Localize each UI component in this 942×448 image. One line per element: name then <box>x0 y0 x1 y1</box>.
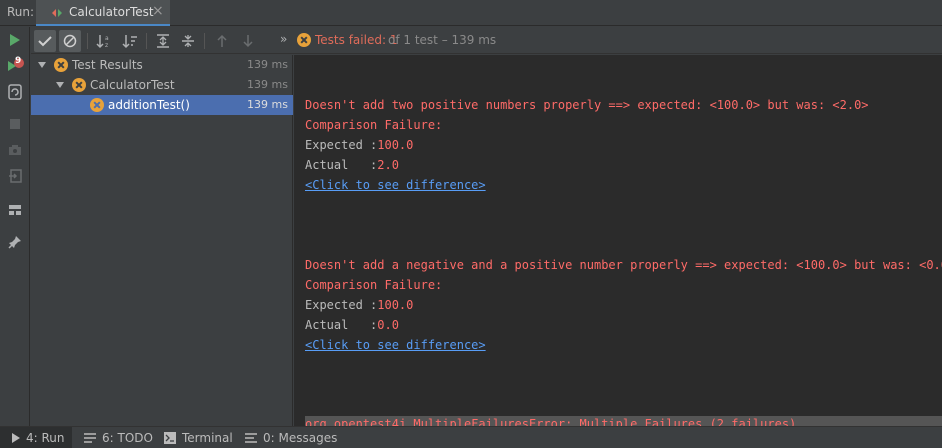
pin-icon[interactable] <box>5 232 25 252</box>
prev-failed-icon[interactable] <box>211 30 233 52</box>
test-status-bar: » Tests failed: 1 of 1 test – 139 ms <box>278 27 942 54</box>
run-label: Run: <box>7 5 35 19</box>
tree-item-test-results[interactable]: Test Results 139 ms <box>31 55 293 75</box>
actual-line: Actual :0.0 <box>305 318 399 332</box>
tree-toolbar: az <box>31 27 293 54</box>
show-ignored-icon[interactable] <box>59 30 81 52</box>
expected-line: Expected :100.0 <box>305 298 414 312</box>
failed-icon <box>54 58 68 72</box>
comparison-failure-label: Comparison Failure: <box>305 118 443 132</box>
svg-text:a: a <box>105 35 109 42</box>
rerun-failed-icon[interactable]: 9 <box>5 56 25 76</box>
console-output[interactable]: Doesn't add two positive numbers properl… <box>294 55 942 426</box>
messages-tool-button[interactable]: 0: Messages <box>245 427 337 448</box>
stack-trace-line: org.opentest4j.MultipleFailuresError: Mu… <box>305 416 942 426</box>
show-passed-icon[interactable] <box>34 30 56 52</box>
sort-alpha-icon[interactable]: az <box>93 30 115 52</box>
test-count-duration: of 1 test – 139 ms <box>388 33 497 47</box>
expand-arrow-icon[interactable] <box>55 79 65 89</box>
run-tool-icon <box>12 433 20 443</box>
layout-icon[interactable] <box>5 200 25 220</box>
expand-all-icon[interactable] <box>152 30 174 52</box>
tab-calculator-test[interactable]: CalculatorTest × <box>36 0 170 26</box>
tests-failed-text: Tests failed: 1 <box>315 33 398 47</box>
run-tool-button[interactable]: 4: Run <box>0 427 72 448</box>
tree-item-label: Test Results <box>72 58 143 72</box>
failure-message: Doesn't add two positive numbers properl… <box>305 98 869 112</box>
failed-icon <box>72 78 86 92</box>
terminal-tool-button[interactable]: Terminal <box>164 427 233 448</box>
comparison-failure-label: Comparison Failure: <box>305 278 443 292</box>
stop-icon[interactable] <box>5 114 25 134</box>
run-header: Run: CalculatorTest × <box>0 0 942 26</box>
sort-duration-icon[interactable] <box>119 30 141 52</box>
actual-value: 2.0 <box>377 158 399 172</box>
expected-line: Expected :100.0 <box>305 138 414 152</box>
tree-item-label: additionTest() <box>108 98 190 112</box>
failed-status-icon <box>297 33 311 47</box>
see-difference-link[interactable]: <Click to see difference> <box>305 338 486 352</box>
collapse-all-icon[interactable] <box>177 30 199 52</box>
screenshot-icon[interactable] <box>5 140 25 160</box>
actual-line: Actual :2.0 <box>305 158 399 172</box>
toolbar-separator <box>204 33 205 49</box>
test-results-tree: Test Results 139 ms CalculatorTest 139 m… <box>31 55 293 426</box>
expected-value: 100.0 <box>377 138 414 152</box>
tree-item-time: 139 ms <box>247 98 288 111</box>
terminal-icon <box>164 432 176 444</box>
actual-value: 0.0 <box>377 318 399 332</box>
tree-item-label: CalculatorTest <box>90 78 175 92</box>
exit-icon[interactable] <box>5 166 25 186</box>
close-icon[interactable]: × <box>152 3 164 19</box>
see-difference-link[interactable]: <Click to see difference> <box>305 178 486 192</box>
tree-item-time: 139 ms <box>247 78 288 91</box>
next-failed-icon[interactable] <box>237 30 259 52</box>
svg-text:z: z <box>105 42 108 49</box>
todo-icon <box>84 433 96 443</box>
test-config-icon <box>50 6 64 20</box>
toolbar-separator <box>146 33 147 49</box>
failed-icon <box>90 98 104 112</box>
tree-item-addition-test[interactable]: additionTest() 139 ms <box>31 95 293 115</box>
todo-tool-button[interactable]: 6: TODO <box>84 427 153 448</box>
expected-value: 100.0 <box>377 298 414 312</box>
run-icon[interactable] <box>5 30 25 50</box>
toggle-auto-test-icon[interactable] <box>5 82 25 102</box>
more-actions-icon[interactable]: » <box>280 32 287 46</box>
left-toolbar: 9 <box>0 27 30 426</box>
failure-message: Doesn't add a negative and a positive nu… <box>305 258 942 272</box>
expand-arrow-icon[interactable] <box>37 59 47 69</box>
tree-item-time: 139 ms <box>247 58 288 71</box>
messages-icon <box>245 433 257 443</box>
tab-title: CalculatorTest <box>69 5 154 19</box>
toolbar-separator <box>87 33 88 49</box>
rerun-badge: 9 <box>15 56 22 66</box>
tool-window-bar: 4: Run 6: TODO Terminal 0: Messages <box>0 426 942 448</box>
tree-item-calculator-test[interactable]: CalculatorTest 139 ms <box>31 75 293 95</box>
